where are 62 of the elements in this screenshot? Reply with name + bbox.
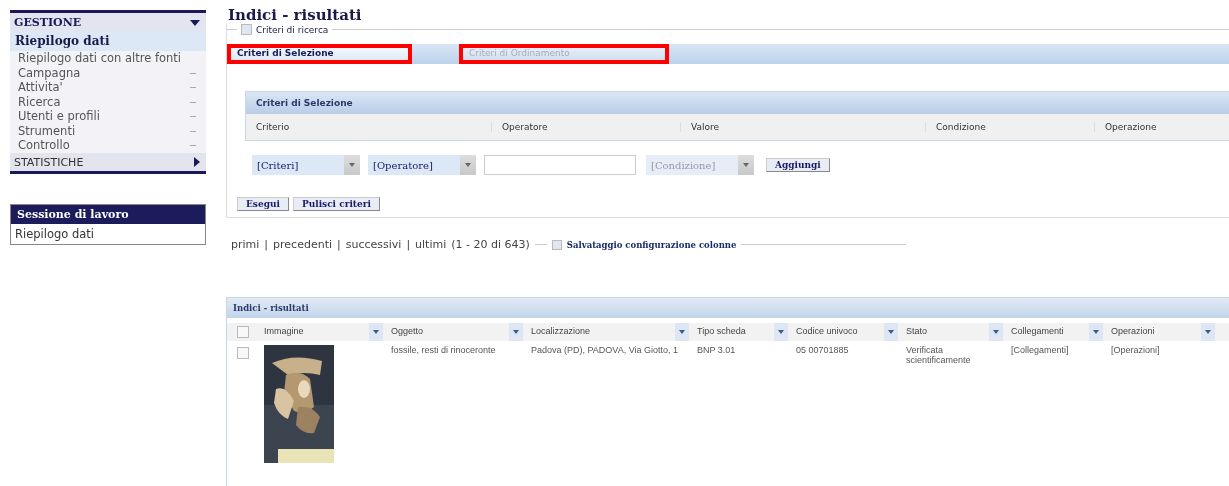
column-header[interactable]: Immagine <box>258 323 385 341</box>
table-link[interactable]: [Operazioni] <box>1105 345 1217 355</box>
table-cell-text: Padova (PD), PADOVA, Via Giotto, 1 <box>530 345 680 355</box>
tab[interactable]: Criteri di Selezione <box>227 44 412 64</box>
value-field[interactable] <box>484 155 636 175</box>
column-header: Criterio <box>246 122 492 132</box>
table-cell-text: Verificata scientificamente <box>905 345 972 365</box>
action-button[interactable]: Pulisci criteri <box>292 197 380 211</box>
pager-link[interactable]: successivi <box>345 238 402 251</box>
column-header[interactable]: Tipo scheda <box>691 323 790 341</box>
column-header[interactable]: Collegamenti <box>1005 323 1105 341</box>
menu-item[interactable]: Riepilogo dati con altre fonti <box>10 51 206 66</box>
table-cell-text: fossile, resti di rinoceronte <box>390 345 497 355</box>
save-config-link[interactable]: Salvataggio configurazione colonne <box>566 239 737 250</box>
menu-item[interactable]: Utenti e profili <box>10 109 206 124</box>
menu-item[interactable]: Ricerca <box>10 94 206 109</box>
menu-section[interactable]: STATISTICHE <box>10 152 206 171</box>
column-header[interactable]: Operazioni <box>1105 323 1217 341</box>
column-header[interactable]: Oggetto <box>385 323 525 341</box>
pager-link[interactable]: primi <box>231 238 260 251</box>
page-range: (1 - 20 di 643) <box>451 238 530 251</box>
page-title: Indici - risultati <box>228 6 363 24</box>
column-header[interactable]: Localizzazione <box>525 323 691 341</box>
column-header[interactable]: Stato <box>900 323 1005 341</box>
add-button[interactable]: Aggiungi <box>766 158 830 172</box>
menu-item[interactable]: Riepilogo dati <box>10 31 206 51</box>
column-header: Valore <box>681 122 926 132</box>
criteria-select[interactable]: [Criteri] <box>252 155 360 175</box>
action-button[interactable]: Esegui <box>237 197 289 211</box>
panel-title: Indici - risultati <box>233 303 309 313</box>
menu-item[interactable]: Controllo <box>10 138 206 153</box>
column-header: Operatore <box>492 122 681 132</box>
panel-legend: Criteri di ricerca <box>256 24 329 35</box>
separator: | <box>337 238 341 251</box>
column-header: Operazione <box>1104 122 1158 132</box>
dropdown-icon[interactable] <box>989 323 1003 341</box>
operator-select[interactable]: [Operatore] <box>368 155 476 175</box>
menu-section[interactable]: GESTIONE <box>10 13 206 31</box>
menu-item[interactable]: Strumenti <box>10 123 206 138</box>
dropdown-icon[interactable] <box>509 323 523 341</box>
menu-item[interactable]: Attivita' <box>10 80 206 95</box>
checkbox[interactable] <box>237 347 249 359</box>
dropdown-icon[interactable] <box>369 323 383 341</box>
separator: | <box>264 238 269 251</box>
separator: | <box>406 238 411 251</box>
column-header[interactable]: Codice univoco <box>790 323 900 341</box>
session-item[interactable]: Riepilogo dati <box>11 223 205 244</box>
dropdown-icon[interactable] <box>1089 323 1103 341</box>
dropdown-icon[interactable] <box>1201 323 1215 341</box>
checkbox[interactable] <box>237 326 249 338</box>
pager-link[interactable]: precedenti <box>273 238 332 251</box>
table-link[interactable]: [Collegamenti] <box>1005 345 1105 355</box>
dropdown-icon[interactable] <box>884 323 898 341</box>
pager-link[interactable]: ultimi <box>415 238 447 251</box>
table-cell-text: 05 00701885 <box>795 345 850 355</box>
dropdown-icon[interactable] <box>675 323 689 341</box>
panel-title: Criteri di Selezione <box>246 92 1229 114</box>
dropdown-icon[interactable] <box>774 323 788 341</box>
panel-title: Sessione di lavoro <box>11 204 205 224</box>
table-cell-text: BNP 3.01 <box>696 345 737 355</box>
column-header: Condizione <box>926 122 1095 132</box>
menu-item[interactable]: Campagna <box>10 65 206 80</box>
